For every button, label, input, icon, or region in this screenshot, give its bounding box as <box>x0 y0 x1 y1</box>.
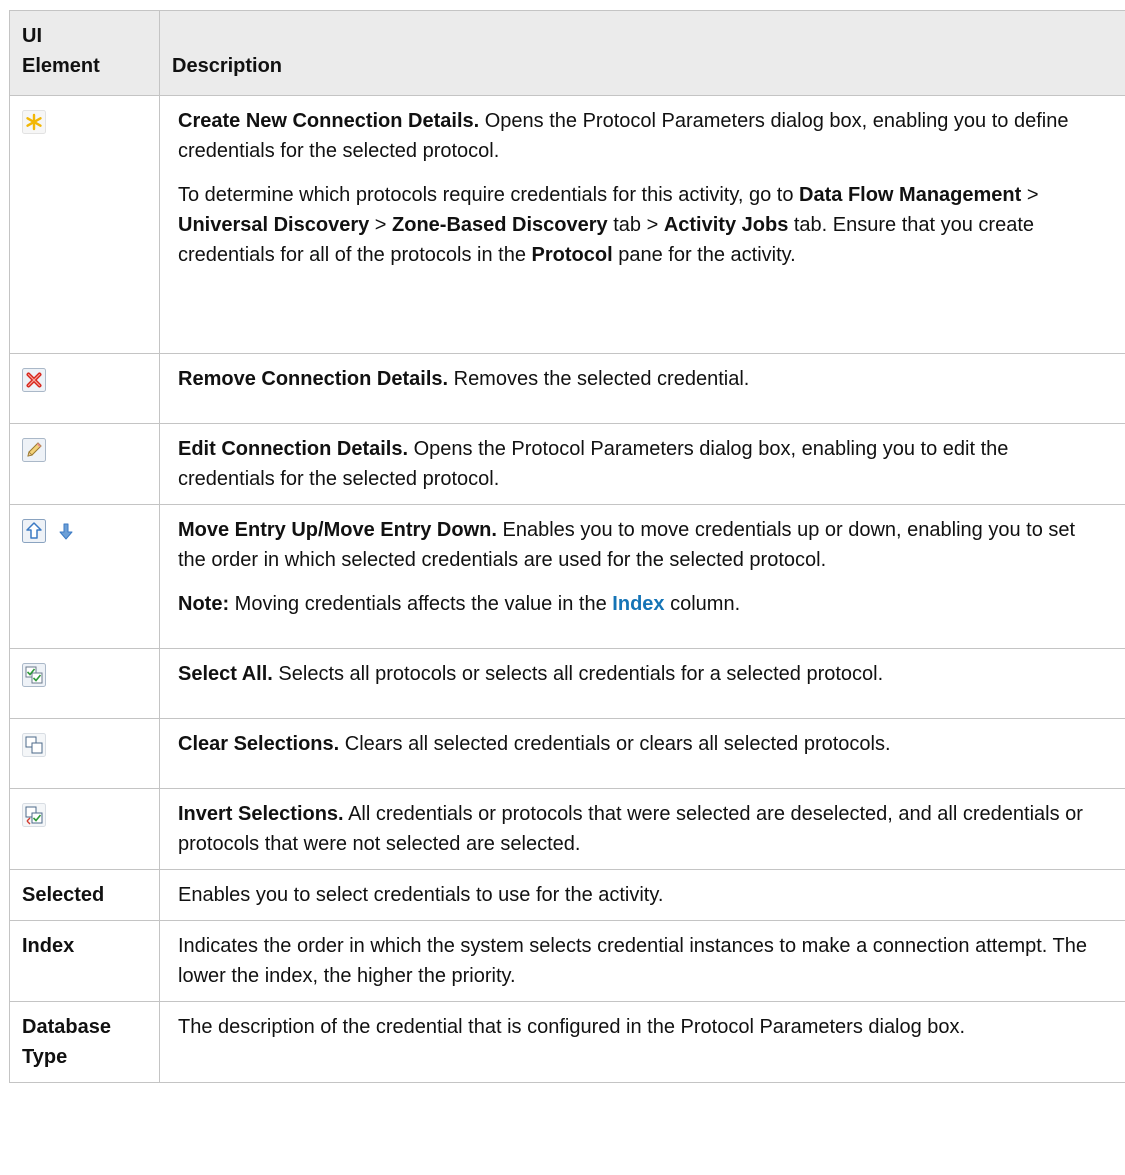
table-row: Invert Selections. All credentials or pr… <box>9 788 1125 870</box>
clear-selections-icon <box>22 733 46 757</box>
index-label: Index <box>22 935 75 957</box>
header-description: Description <box>159 10 1125 96</box>
ui-element-cell <box>9 718 160 789</box>
ui-element-cell <box>9 353 160 424</box>
ui-element-cell: Selected <box>9 869 160 921</box>
move-up-icon <box>22 519 46 543</box>
description-cell: Edit Connection Details. Opens the Proto… <box>159 423 1125 505</box>
clear-title: Clear Selections. <box>178 733 340 755</box>
description-cell: Indicates the order in which the system … <box>159 920 1125 1002</box>
description-cell: Clear Selections. Clears all selected cr… <box>159 718 1125 789</box>
description-cell: The description of the credential that i… <box>159 1001 1125 1083</box>
invert-title: Invert Selections. <box>178 803 344 825</box>
description-cell: Remove Connection Details. Removes the s… <box>159 353 1125 424</box>
description-cell: Move Entry Up/Move Entry Down. Enables y… <box>159 504 1125 649</box>
invert-selections-icon <box>22 803 46 827</box>
select-all-icon <box>22 663 46 687</box>
table-row: Edit Connection Details. Opens the Proto… <box>9 423 1125 505</box>
edit-title: Edit Connection Details. <box>178 438 409 460</box>
ui-element-cell <box>9 95 160 354</box>
database-type-label: Database Type <box>22 1016 111 1068</box>
red-x-icon <box>22 368 46 392</box>
move-title: Move Entry Up/Move Entry Down. <box>178 519 497 541</box>
table-row: Remove Connection Details. Removes the s… <box>9 353 1125 424</box>
ui-element-cell: Index <box>9 920 160 1002</box>
table-row: Create New Connection Details. Opens the… <box>9 95 1125 354</box>
ui-element-cell <box>9 423 160 505</box>
table-row: Selected Enables you to select credentia… <box>9 869 1125 921</box>
table-row: Database Type The description of the cred… <box>9 1001 1125 1083</box>
header-ui-element: UI Element <box>9 10 160 96</box>
table-row: Clear Selections. Clears all selected cr… <box>9 718 1125 789</box>
selected-label: Selected <box>22 884 105 906</box>
description-cell: Enables you to select credentials to use… <box>159 869 1125 921</box>
select-all-title: Select All. <box>178 663 273 685</box>
description-cell: Create New Connection Details. Opens the… <box>159 95 1125 354</box>
ui-element-cell <box>9 648 160 719</box>
move-icons-group <box>22 519 149 543</box>
ui-element-reference-table: UI Element Description Create New Connect… <box>9 10 1125 1083</box>
table-row: Index Indicates the order in which the s… <box>9 920 1125 1002</box>
move-down-icon <box>59 523 73 540</box>
description-cell: Select All. Selects all protocols or sel… <box>159 648 1125 719</box>
description-cell: Invert Selections. All credentials or pr… <box>159 788 1125 870</box>
table-row: Move Entry Up/Move Entry Down. Enables y… <box>9 504 1125 649</box>
create-title: Create New Connection Details. <box>178 110 480 132</box>
table-header-row: UI Element Description <box>9 10 1125 96</box>
ui-element-cell <box>9 504 160 649</box>
note-label: Note: <box>178 593 230 615</box>
remove-title: Remove Connection Details. <box>178 368 449 390</box>
table-row: Select All. Selects all protocols or sel… <box>9 648 1125 719</box>
asterisk-new-icon <box>22 110 46 134</box>
pencil-icon <box>22 438 46 462</box>
index-link[interactable]: Index <box>612 593 664 615</box>
ui-element-cell <box>9 788 160 870</box>
ui-element-cell: Database Type <box>9 1001 160 1083</box>
